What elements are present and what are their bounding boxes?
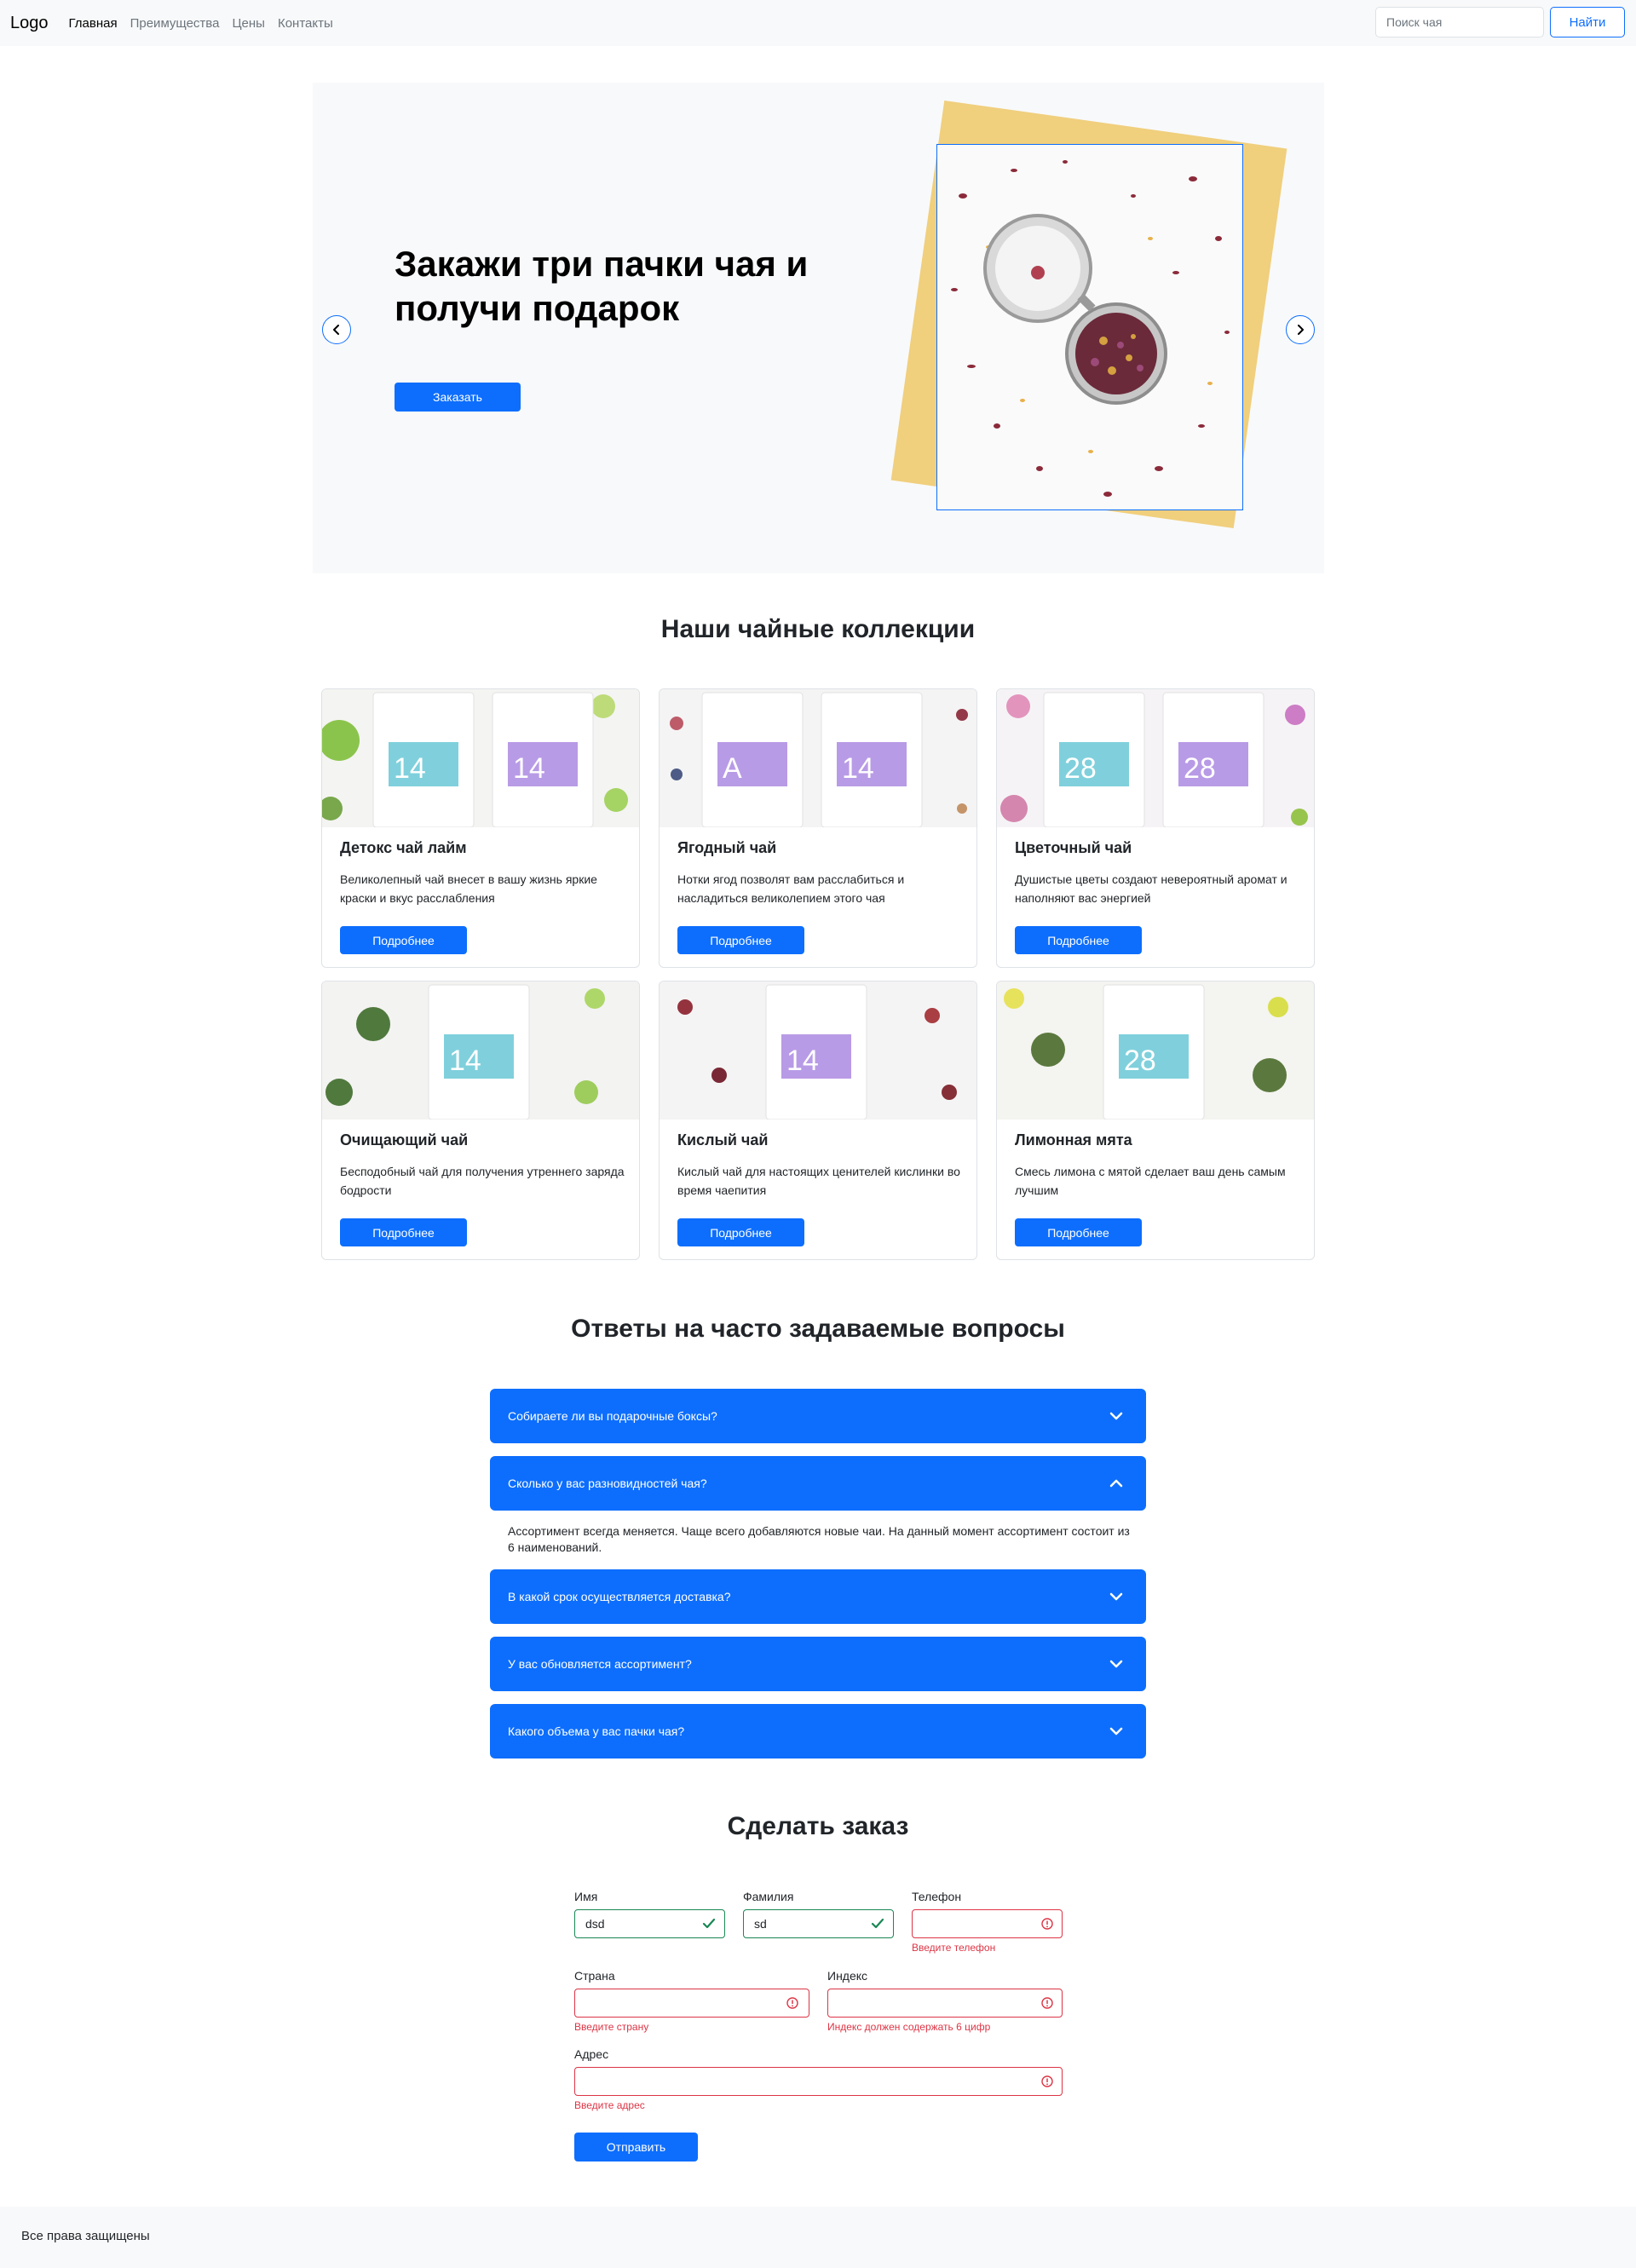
tea-card-description: Душистые цветы создают невероятный арома… bbox=[1015, 872, 1287, 905]
footer: Все права защищены bbox=[0, 2207, 1636, 2268]
order-title: Сделать заказ bbox=[727, 1812, 909, 1840]
tea-card-image: 14 14 bbox=[322, 689, 639, 827]
tea-card-title: Лимонная мята bbox=[1015, 1131, 1132, 1148]
tea-card-title: Ягодный чай bbox=[677, 839, 777, 856]
check-icon bbox=[702, 1918, 716, 1929]
country-field[interactable] bbox=[574, 1989, 809, 2018]
hero-tea-jar-image bbox=[936, 144, 1243, 510]
carousel-next-button[interactable] bbox=[1286, 315, 1315, 344]
error-icon bbox=[786, 1997, 798, 2009]
faq-question: В какой срок осуществляется доставка? bbox=[508, 1590, 731, 1603]
address-error: Введите адрес bbox=[574, 2099, 645, 2111]
tea-card-berry: A 14 Ягодный чай Нотки ягод позволят вам ра… bbox=[659, 688, 977, 968]
tea-card-details-button[interactable]: Подробнее bbox=[677, 1218, 804, 1246]
svg-text:28: 28 bbox=[1064, 752, 1097, 785]
hero-carousel: Закажи три пачки чая и получи подарок За… bbox=[313, 83, 1324, 573]
faq-item-tea-varieties[interactable]: Сколько у вас разновидностей чая? bbox=[490, 1456, 1146, 1511]
tea-card-image: 14 bbox=[660, 981, 976, 1120]
submit-order-button[interactable]: Отправить bbox=[574, 2133, 698, 2162]
index-error: Индекс должен содержать 6 цифр bbox=[827, 2021, 991, 2033]
nav-link-contacts[interactable]: Контакты bbox=[278, 16, 333, 31]
tea-card-image: 14 bbox=[322, 981, 639, 1120]
svg-text:A: A bbox=[723, 752, 742, 785]
faq-question: Собираете ли вы подарочные боксы? bbox=[508, 1409, 717, 1423]
search-button[interactable]: Найти bbox=[1550, 7, 1625, 37]
tea-card-details-button[interactable]: Подробнее bbox=[1015, 926, 1142, 954]
index-label: Индекс bbox=[827, 1969, 868, 1983]
check-icon bbox=[871, 1918, 884, 1929]
svg-text:14: 14 bbox=[786, 1045, 819, 1077]
tea-card-description: Кислый чай для настоящих ценителей кисли… bbox=[677, 1165, 960, 1197]
svg-text:28: 28 bbox=[1184, 752, 1216, 785]
svg-text:28: 28 bbox=[1124, 1045, 1156, 1077]
svg-text:14: 14 bbox=[394, 752, 426, 785]
faq-question: У вас обновляется ассортимент? bbox=[508, 1657, 692, 1671]
tea-card-details-button[interactable]: Подробнее bbox=[1015, 1218, 1142, 1246]
faq-item-gift-boxes[interactable]: Собираете ли вы подарочные боксы? bbox=[490, 1389, 1146, 1443]
faq-item-assortment[interactable]: У вас обновляется ассортимент? bbox=[490, 1637, 1146, 1691]
tea-card-description: Бесподобный чай для получения утреннего … bbox=[340, 1165, 625, 1197]
error-icon bbox=[1041, 2075, 1053, 2087]
tea-card-description: Нотки ягод позволят вам расслабиться и н… bbox=[677, 872, 905, 905]
tea-card-image: A 14 bbox=[660, 689, 976, 827]
tea-card-description: Смесь лимона с мятой сделает ваш день са… bbox=[1015, 1165, 1286, 1197]
search-input[interactable] bbox=[1375, 7, 1544, 37]
tea-card-title: Очищающий чай bbox=[340, 1131, 469, 1148]
nav-link-home[interactable]: Главная bbox=[69, 16, 118, 31]
faq-title: Ответы на часто задаваемые вопросы bbox=[571, 1315, 1065, 1343]
collections-title: Наши чайные коллекции bbox=[660, 615, 976, 643]
tea-card-title: Кислый чай bbox=[677, 1131, 769, 1148]
order-now-button[interactable]: Заказать bbox=[395, 383, 521, 412]
address-label: Адрес bbox=[574, 2047, 609, 2061]
chevron-down-icon bbox=[1109, 1660, 1123, 1668]
tea-card-title: Цветочный чай bbox=[1015, 839, 1132, 856]
chevron-up-icon bbox=[1109, 1479, 1123, 1488]
logo[interactable]: Logo bbox=[10, 14, 49, 33]
chevron-down-icon bbox=[1109, 1727, 1123, 1736]
tea-card-image: 28 bbox=[997, 981, 1314, 1120]
chevron-right-icon bbox=[1298, 325, 1304, 335]
tea-card-details-button[interactable]: Подробнее bbox=[340, 926, 467, 954]
error-icon bbox=[1041, 1997, 1053, 2009]
tea-card-lemon-mint: 28 Лимонная мята Смесь лимона с мятой сдел… bbox=[996, 981, 1315, 1260]
tea-card-title: Детокс чай лайм bbox=[340, 839, 467, 856]
faq-item-delivery[interactable]: В какой срок осуществляется доставка? bbox=[490, 1569, 1146, 1624]
address-field[interactable] bbox=[574, 2067, 1063, 2096]
nav-link-prices[interactable]: Цены bbox=[232, 16, 265, 31]
phone-error: Введите телефон bbox=[912, 1942, 996, 1954]
chevron-down-icon bbox=[1109, 1412, 1123, 1420]
nav-link-advantages[interactable]: Преимущества bbox=[130, 16, 220, 31]
svg-text:14: 14 bbox=[449, 1045, 481, 1077]
faq-item-pack-volume[interactable]: Какого объема у вас пачки чая? bbox=[490, 1704, 1146, 1759]
tea-card-image: 28 28 bbox=[997, 689, 1314, 827]
faq-question: Какого объема у вас пачки чая? bbox=[508, 1724, 685, 1738]
tea-card-details-button[interactable]: Подробнее bbox=[340, 1218, 467, 1246]
name-label: Имя bbox=[574, 1890, 598, 1903]
svg-text:14: 14 bbox=[842, 752, 874, 785]
svg-text:14: 14 bbox=[513, 752, 545, 785]
index-field[interactable] bbox=[827, 1989, 1063, 2018]
carousel-prev-button[interactable] bbox=[322, 315, 351, 344]
phone-label: Телефон bbox=[912, 1890, 962, 1903]
country-label: Страна bbox=[574, 1969, 615, 1983]
faq-answer: Ассортимент всегда меняется. Чаще всего … bbox=[508, 1524, 1130, 1554]
surname-label: Фамилия bbox=[743, 1890, 794, 1903]
chevron-down-icon bbox=[1109, 1592, 1123, 1601]
tea-card-detox-lime: 14 14 Детокс чай лайм Великолепный чай внес… bbox=[321, 688, 640, 968]
tea-card-details-button[interactable]: Подробнее bbox=[677, 926, 804, 954]
hero-title: Закажи три пачки чая и получи подарок bbox=[395, 244, 809, 328]
tea-card-description: Великолепный чай внесет в вашу жизнь ярк… bbox=[340, 872, 597, 905]
footer-copyright: Все права защищены bbox=[21, 2229, 150, 2243]
faq-question: Сколько у вас разновидностей чая? bbox=[508, 1477, 707, 1490]
navbar: Logo Главная Преимущества Цены Контакты … bbox=[0, 0, 1636, 46]
chevron-left-icon bbox=[333, 325, 339, 335]
tea-card-sour: 14 Кислый чай Кислый чай для настоящих цен… bbox=[659, 981, 977, 1260]
error-icon bbox=[1041, 1918, 1053, 1930]
tea-card-floral: 28 28 Цветочный чай Душистые цветы создают … bbox=[996, 688, 1315, 968]
country-error: Введите страну bbox=[574, 2021, 649, 2033]
tea-card-cleansing: 14 Очищающий чай Бесподобный чай для получ… bbox=[321, 981, 640, 1260]
